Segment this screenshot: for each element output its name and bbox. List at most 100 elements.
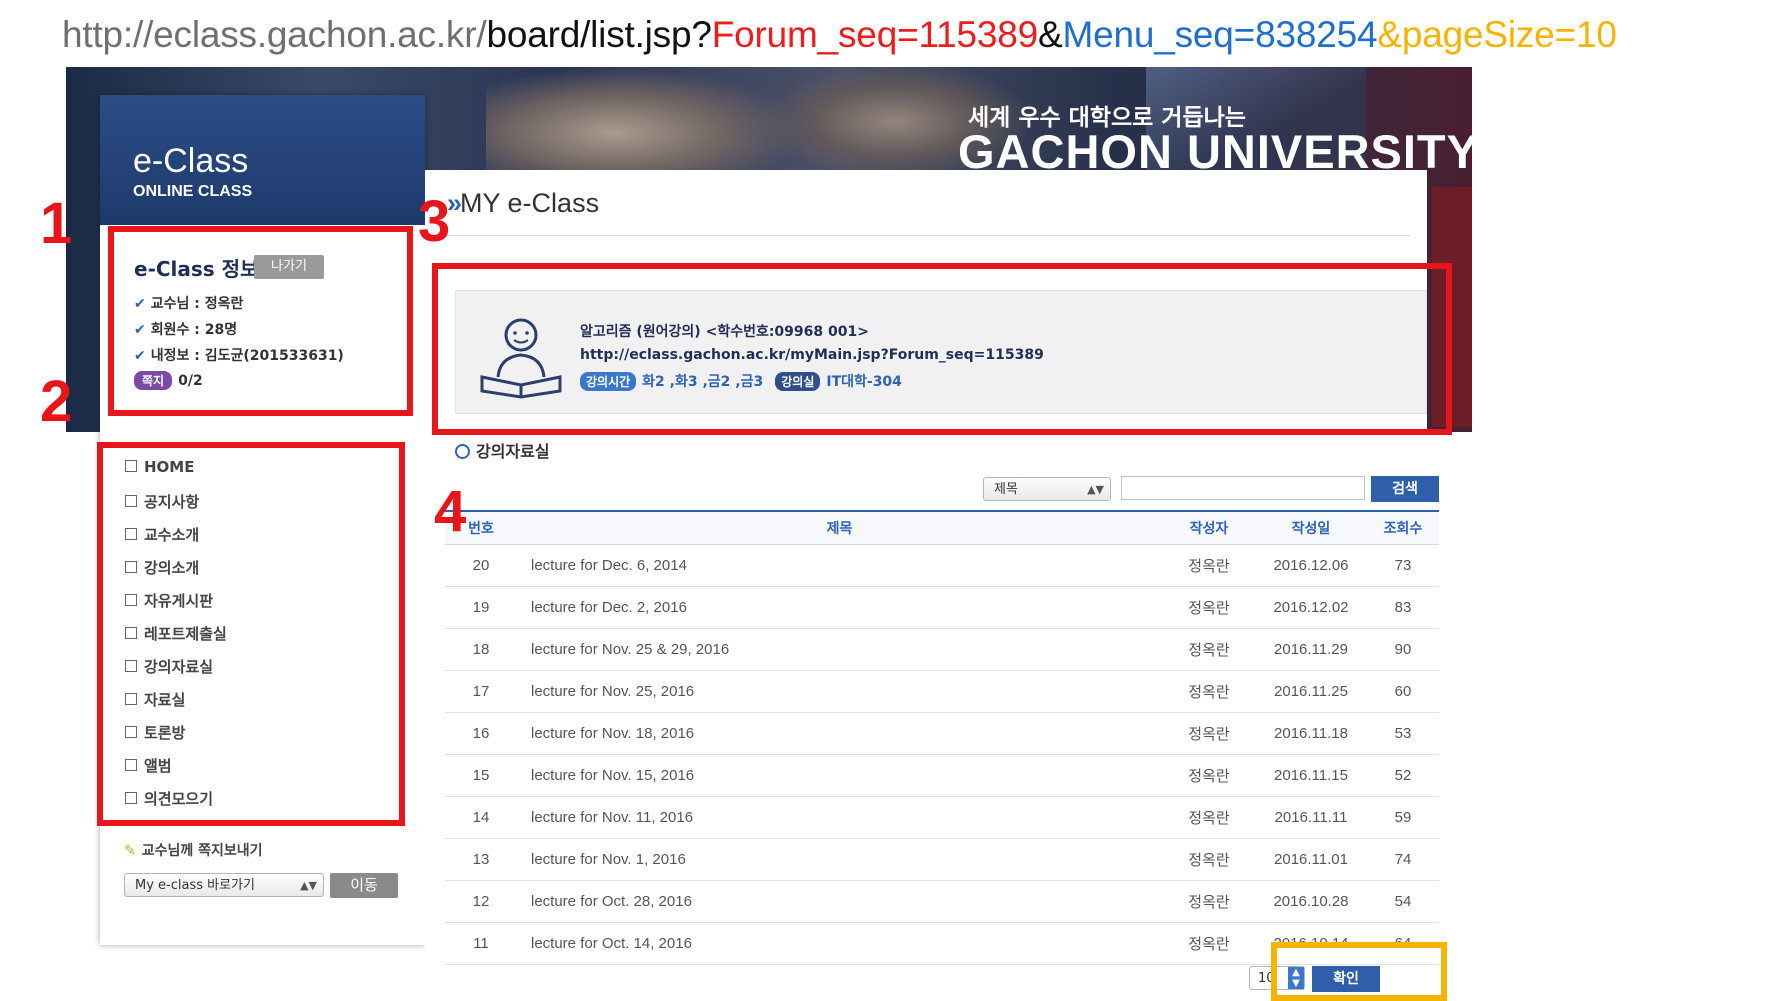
highlight-box-pagesize — [1271, 942, 1447, 1001]
row-title-link[interactable]: lecture for Nov. 18, 2016 — [517, 712, 1163, 755]
row-views: 73 — [1367, 544, 1439, 587]
table-row[interactable]: 13 lecture for Nov. 1, 2016 정옥란 2016.11.01 7… — [445, 838, 1439, 881]
row-number: 12 — [445, 880, 517, 923]
send-note-link[interactable]: ✎ 교수님께 쪽지보내기 — [124, 840, 263, 860]
row-author: 정옥란 — [1163, 754, 1255, 797]
row-author: 정옥란 — [1163, 670, 1255, 713]
row-date: 2016.11.11 — [1255, 796, 1367, 839]
row-date: 2016.11.25 — [1255, 670, 1367, 713]
table-header-row: 번호 제목 작성자 작성일 조회수 — [445, 510, 1439, 545]
row-title-link[interactable]: lecture for Nov. 11, 2016 — [517, 796, 1163, 839]
url-amp-1: & — [1038, 14, 1063, 55]
row-date: 2016.12.02 — [1255, 586, 1367, 629]
send-note-label: 교수님께 쪽지보내기 — [141, 843, 263, 859]
row-date: 2016.11.01 — [1255, 838, 1367, 881]
row-views: 53 — [1367, 712, 1439, 755]
page-title-text: MY e-Class — [460, 188, 600, 218]
board-table: 번호 제목 작성자 작성일 조회수 20 lecture for Dec. 6, … — [445, 510, 1439, 965]
url-path: board/list.jsp? — [486, 14, 712, 55]
row-views: 83 — [1367, 586, 1439, 629]
highlight-box-1 — [108, 226, 413, 416]
goto-button[interactable]: 이동 — [330, 873, 398, 898]
section-title: 강의자료실 — [455, 438, 550, 462]
url-host: http://eclass.gachon.ac.kr/ — [62, 14, 487, 55]
row-author: 정옥란 — [1163, 544, 1255, 587]
table-row[interactable]: 15 lecture for Nov. 15, 2016 정옥란 2016.11.15… — [445, 754, 1439, 797]
row-views: 90 — [1367, 628, 1439, 671]
highlight-box-3 — [432, 263, 1452, 435]
myclass-select-value: My e-class 바로가기 — [135, 878, 255, 893]
url-menu-param: Menu_seq=838254 — [1062, 14, 1378, 55]
header-views[interactable]: 조회수 — [1367, 510, 1439, 545]
row-number: 17 — [445, 670, 517, 713]
row-views: 60 — [1367, 670, 1439, 713]
row-author: 정옥란 — [1163, 796, 1255, 839]
row-author: 정옥란 — [1163, 628, 1255, 671]
header-author[interactable]: 작성자 — [1163, 510, 1255, 545]
row-author: 정옥란 — [1163, 880, 1255, 923]
select-arrows-icon: ▲▼ — [300, 879, 317, 892]
row-author: 정옥란 — [1163, 586, 1255, 629]
row-title-link[interactable]: lecture for Nov. 25, 2016 — [517, 670, 1163, 713]
search-input[interactable] — [1121, 476, 1365, 500]
row-number: 15 — [445, 754, 517, 797]
brand-subtitle: ONLINE CLASS — [133, 183, 253, 200]
brand-title: e-Class — [133, 142, 249, 180]
url-forum-param: Forum_seq=115389 — [711, 14, 1038, 55]
row-title-link[interactable]: lecture for Nov. 15, 2016 — [517, 754, 1163, 797]
row-date: 2016.11.18 — [1255, 712, 1367, 755]
row-title-link[interactable]: lecture for Nov. 25 & 29, 2016 — [517, 628, 1163, 671]
row-number: 13 — [445, 838, 517, 881]
row-views: 52 — [1367, 754, 1439, 797]
header-title[interactable]: 제목 — [517, 510, 1163, 545]
annotation-number-3: 3 — [418, 189, 451, 254]
row-date: 2016.11.29 — [1255, 628, 1367, 671]
search-field-value: 제목 — [994, 482, 1018, 497]
row-number: 11 — [445, 922, 517, 965]
highlight-box-2 — [97, 442, 405, 826]
row-author: 정옥란 — [1163, 712, 1255, 755]
table-row[interactable]: 20 lecture for Dec. 6, 2014 정옥란 2016.12.06 7… — [445, 544, 1439, 587]
eclass-brand: e-Class ONLINE CLASS — [100, 95, 425, 225]
pencil-icon: ✎ — [124, 843, 136, 859]
banner-photo — [486, 67, 806, 177]
url-text: http://eclass.gachon.ac.kr/board/list.js… — [62, 14, 1617, 56]
table-row[interactable]: 16 lecture for Nov. 18, 2016 정옥란 2016.11.18… — [445, 712, 1439, 755]
row-title-link[interactable]: lecture for Dec. 2, 2016 — [517, 586, 1163, 629]
row-number: 16 — [445, 712, 517, 755]
search-button[interactable]: 검색 — [1371, 476, 1439, 502]
row-number: 19 — [445, 586, 517, 629]
annotation-number-2: 2 — [40, 369, 73, 434]
table-row[interactable]: 17 lecture for Nov. 25, 2016 정옥란 2016.11.25… — [445, 670, 1439, 713]
row-author: 정옥란 — [1163, 922, 1255, 965]
annotation-number-1: 1 — [40, 191, 73, 256]
header-date[interactable]: 작성일 — [1255, 510, 1367, 545]
row-number: 14 — [445, 796, 517, 839]
page-title: » MY e-Class — [447, 188, 599, 219]
table-row[interactable]: 18 lecture for Nov. 25 & 29, 2016 정옥란 2016.… — [445, 628, 1439, 671]
row-title-link[interactable]: lecture for Oct. 28, 2016 — [517, 880, 1163, 923]
myclass-select[interactable]: My e-class 바로가기 ▲▼ — [124, 873, 324, 897]
table-row[interactable]: 19 lecture for Dec. 2, 2016 정옥란 2016.12.02 8… — [445, 586, 1439, 629]
url-pagesize-param: pageSize=10 — [1401, 14, 1617, 55]
divider — [445, 235, 1410, 236]
annotation-number-4: 4 — [434, 479, 467, 544]
search-field-select[interactable]: 제목 ▲▼ — [983, 477, 1111, 501]
row-date: 2016.11.15 — [1255, 754, 1367, 797]
row-number: 18 — [445, 628, 517, 671]
row-views: 54 — [1367, 880, 1439, 923]
row-title-link[interactable]: lecture for Nov. 1, 2016 — [517, 838, 1163, 881]
select-arrows-icon: ▲▼ — [1087, 483, 1104, 496]
row-title-link[interactable]: lecture for Oct. 14, 2016 — [517, 922, 1163, 965]
row-date: 2016.10.28 — [1255, 880, 1367, 923]
row-number: 20 — [445, 544, 517, 587]
row-title-link[interactable]: lecture for Dec. 6, 2014 — [517, 544, 1163, 587]
row-date: 2016.12.06 — [1255, 544, 1367, 587]
table-row[interactable]: 14 lecture for Nov. 11, 2016 정옥란 2016.11.11… — [445, 796, 1439, 839]
row-views: 59 — [1367, 796, 1439, 839]
url-amp-2: & — [1377, 14, 1402, 55]
row-views: 74 — [1367, 838, 1439, 881]
circle-icon — [455, 444, 470, 459]
table-row[interactable]: 12 lecture for Oct. 28, 2016 정옥란 2016.10.28… — [445, 880, 1439, 923]
section-title-text: 강의자료실 — [476, 442, 550, 461]
